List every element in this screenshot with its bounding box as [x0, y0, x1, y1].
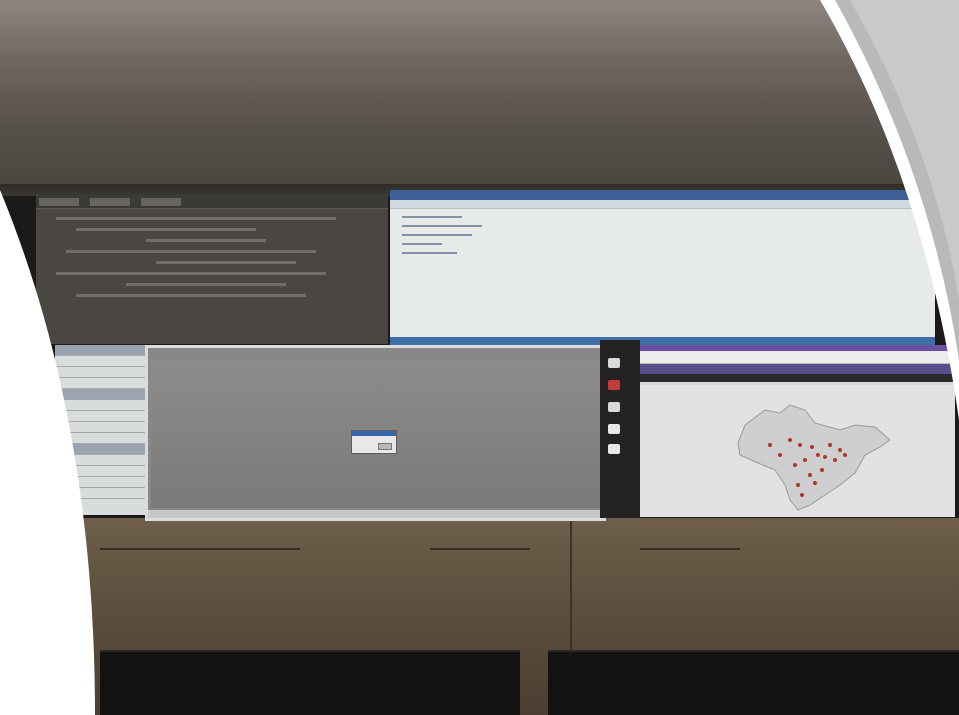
right-curve-overlay [820, 0, 959, 420]
photo-scene [0, 0, 959, 715]
